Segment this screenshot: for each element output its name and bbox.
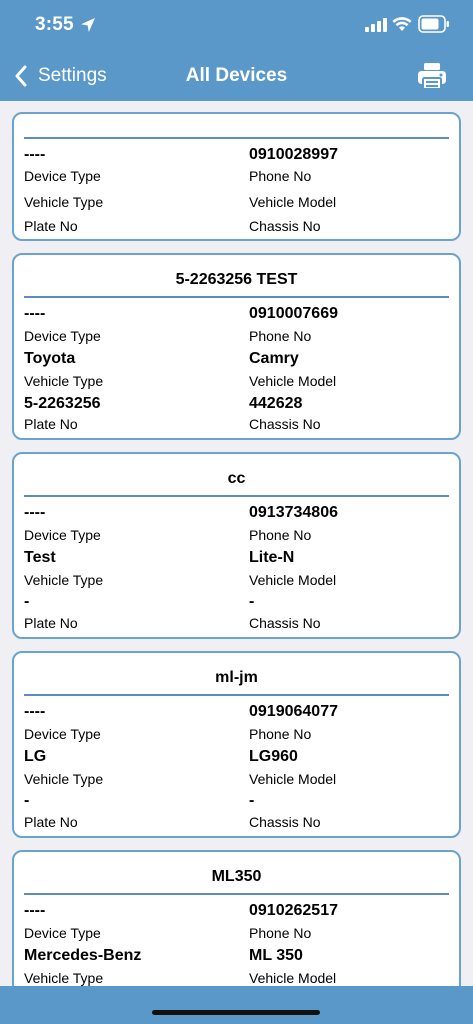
device-type-value: ---- (24, 504, 46, 521)
phone-no-value: 0919064077 (249, 703, 338, 720)
phone-no-label: Phone No (249, 527, 312, 543)
vehicle-model-value: Lite-N (249, 549, 295, 566)
device-type-label: Device Type (24, 527, 101, 543)
card-divider (24, 137, 449, 139)
vehicle-model-value: Camry (249, 350, 299, 367)
vehicle-model-label: Vehicle Model (249, 771, 337, 787)
device-name: ml-jm (215, 669, 258, 686)
vehicle-model-label: Vehicle Model (249, 373, 337, 389)
page-title: All Devices (185, 65, 288, 86)
home-indicator[interactable] (152, 1010, 320, 1015)
vehicle-model-value: ML 350 (249, 947, 303, 964)
chassis-no-value: - (249, 792, 255, 809)
bottom-bar (0, 986, 473, 1024)
chassis-no-value: 442628 (249, 395, 303, 412)
chassis-no-label: Chassis No (249, 416, 321, 432)
device-card[interactable]: ML350 ---- 0910262517 Device Type Phone … (12, 850, 461, 986)
device-type-label: Device Type (24, 925, 101, 941)
phone-no-label: Phone No (249, 168, 312, 184)
phone-no-value: 0913734806 (249, 504, 338, 521)
vehicle-type-label: Vehicle Type (24, 970, 104, 986)
vehicle-model-label: Vehicle Model (249, 572, 337, 588)
navigation-bar: Settings All Devices (0, 50, 473, 101)
phone-no-label: Phone No (249, 925, 312, 941)
chassis-no-label: Chassis No (249, 615, 321, 631)
plate-no-value: 5-2263256 (24, 395, 101, 412)
phone-no-label: Phone No (249, 726, 312, 742)
device-type-value: ---- (24, 703, 46, 720)
device-card[interactable]: ml-jm ---- 0919064077 Device Type Phone … (12, 651, 461, 838)
phone-no-label: Phone No (249, 328, 312, 344)
battery-icon (418, 15, 449, 33)
chassis-no-label: Chassis No (249, 218, 321, 234)
device-list: ---- 0910028997 Device Type Phone No Veh… (0, 101, 473, 986)
vehicle-type-label: Vehicle Type (24, 572, 104, 588)
device-type-value: ---- (24, 146, 46, 163)
plate-no-value: - (24, 593, 30, 610)
vehicle-type-value: Toyota (24, 350, 76, 367)
plate-no-label: Plate No (24, 615, 78, 631)
vehicle-type-label: Vehicle Type (24, 194, 104, 210)
device-name: cc (227, 470, 246, 487)
vehicle-model-label: Vehicle Model (249, 970, 337, 986)
device-name: 5-2263256 TEST (175, 271, 298, 288)
card-divider (24, 694, 449, 696)
device-card[interactable]: cc ---- 0913734806 Device Type Phone No … (12, 452, 461, 639)
card-divider (24, 495, 449, 497)
status-bar: 3:55 (0, 0, 473, 50)
vehicle-type-value: LG (24, 748, 47, 765)
device-type-value: ---- (24, 305, 46, 322)
vehicle-model-value: LG960 (249, 748, 298, 765)
vehicle-type-value: Test (24, 549, 56, 566)
cellular-signal-icon (365, 18, 387, 32)
card-divider (24, 296, 449, 298)
chassis-no-value: - (249, 593, 255, 610)
card-divider (24, 893, 449, 895)
wifi-icon (392, 17, 412, 31)
device-type-label: Device Type (24, 328, 101, 344)
chassis-no-label: Chassis No (249, 814, 321, 830)
device-type-label: Device Type (24, 168, 101, 184)
device-card[interactable]: ---- 0910028997 Device Type Phone No Veh… (12, 112, 461, 241)
phone-no-value: 0910262517 (249, 902, 338, 919)
plate-no-label: Plate No (24, 416, 78, 432)
device-card[interactable]: 5-2263256 TEST ---- 0910007669 Device Ty… (12, 253, 461, 440)
phone-no-value: 0910028997 (249, 146, 338, 163)
vehicle-type-label: Vehicle Type (24, 771, 104, 787)
status-time: 3:55 (35, 14, 74, 35)
device-type-value: ---- (24, 902, 46, 919)
vehicle-type-value: Mercedes-Benz (24, 947, 142, 964)
plate-no-label: Plate No (24, 814, 78, 830)
printer-icon[interactable] (416, 61, 448, 91)
device-type-label: Device Type (24, 726, 101, 742)
plate-no-label: Plate No (24, 218, 78, 234)
device-name: ML350 (211, 868, 262, 885)
vehicle-model-label: Vehicle Model (249, 194, 337, 210)
phone-no-value: 0910007669 (249, 305, 338, 322)
plate-no-value: - (24, 792, 30, 809)
vehicle-type-label: Vehicle Type (24, 373, 104, 389)
location-arrow-icon (81, 18, 95, 32)
